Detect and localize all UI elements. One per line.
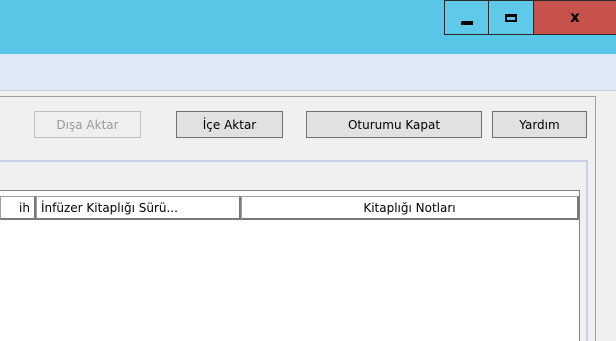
import-button[interactable]: İçe Aktar [176, 111, 283, 138]
minimize-icon [460, 20, 473, 25]
menu-strip [0, 54, 616, 91]
close-icon: x [570, 8, 580, 26]
help-button[interactable]: Yardım [492, 111, 587, 138]
maximize-button[interactable] [488, 0, 534, 35]
close-button[interactable]: x [533, 0, 616, 35]
group-border-right [586, 160, 588, 341]
column-header-date[interactable]: ih [0, 196, 36, 220]
column-header-library-notes[interactable]: Kitaplığı Notları [241, 196, 579, 220]
column-header-library-version[interactable]: İnfüzer Kitaplığı Sürü... [36, 196, 241, 220]
export-button[interactable]: Dışa Aktar [34, 111, 141, 138]
window-titlebar: x [0, 0, 616, 54]
minimize-button[interactable] [444, 0, 489, 35]
logout-button[interactable]: Oturumu Kapat [306, 111, 482, 138]
maximize-icon [505, 13, 517, 22]
group-border-top [0, 160, 587, 162]
